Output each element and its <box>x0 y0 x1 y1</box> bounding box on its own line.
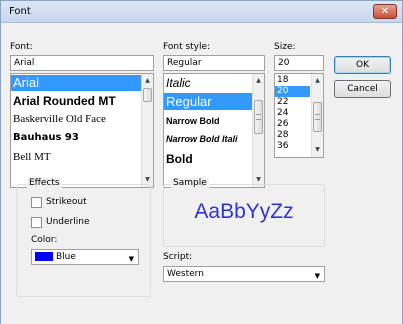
script-dropdown[interactable]: Western ▼ <box>163 266 325 282</box>
font-list-item[interactable]: Bauhaus 93 <box>11 130 141 146</box>
font-list[interactable]: Arial Arial Rounded MT Baskerville Old F… <box>10 73 154 188</box>
font-dialog: Font ✕ Font: Arial Arial Arial Rounded M… <box>0 0 403 324</box>
scroll-thumb[interactable] <box>254 100 263 134</box>
font-style-label: Font style: <box>163 42 211 52</box>
color-value: Blue <box>56 252 76 262</box>
cancel-button[interactable]: Cancel <box>334 80 391 98</box>
ok-button[interactable]: OK <box>334 56 391 74</box>
size-list-item[interactable]: 26 <box>275 119 310 130</box>
color-swatch <box>35 252 53 261</box>
size-list-scrollbar[interactable]: ▲ ▼ <box>311 74 323 157</box>
scroll-down-icon[interactable]: ▼ <box>312 144 323 156</box>
color-dropdown[interactable]: Blue ▼ <box>31 249 139 265</box>
dialog-title: Font <box>9 6 31 17</box>
size-list-item[interactable]: 20 <box>275 86 310 97</box>
size-label: Size: <box>274 42 296 52</box>
chevron-down-icon: ▼ <box>314 272 320 280</box>
font-list-item[interactable]: Bell MT <box>11 149 141 165</box>
sample-preview-text: AaBbYyZz <box>194 200 294 223</box>
style-list-item[interactable]: Narrow Bold <box>164 114 252 129</box>
size-list-item[interactable]: 24 <box>275 108 310 119</box>
color-label: Color: <box>31 235 58 245</box>
scroll-thumb[interactable] <box>143 88 152 102</box>
close-icon: ✕ <box>380 6 390 17</box>
style-list-item[interactable]: Narrow Bold Itali <box>164 132 252 147</box>
font-label: Font: <box>10 42 33 52</box>
style-list-scrollbar[interactable]: ▲ ▼ <box>252 74 264 187</box>
font-list-item[interactable]: Arial Rounded MT <box>11 93 141 109</box>
size-list-item[interactable]: 36 <box>275 141 310 152</box>
script-label: Script: <box>163 252 193 262</box>
font-style-list[interactable]: Italic Regular Narrow Bold Narrow Bold I… <box>163 73 265 188</box>
underline-checkbox[interactable] <box>31 217 42 228</box>
size-list[interactable]: 18 20 22 24 26 28 36 ▲ ▼ <box>274 73 324 158</box>
style-list-item[interactable]: Bold <box>164 150 252 168</box>
script-value: Western <box>167 269 204 279</box>
style-list-item[interactable]: Italic <box>164 76 252 91</box>
dialog-client-area: Font: Arial Arial Arial Rounded MT Baske… <box>1 24 402 324</box>
scroll-up-icon[interactable]: ▲ <box>142 75 153 87</box>
scroll-up-icon[interactable]: ▲ <box>253 75 264 87</box>
sample-label: Sample <box>171 178 209 188</box>
size-list-item[interactable]: 28 <box>275 130 310 141</box>
font-list-item[interactable]: Baskerville Old Face <box>11 112 141 127</box>
font-name-input[interactable]: Arial <box>10 55 154 71</box>
size-list-item[interactable]: 18 <box>275 75 310 86</box>
size-input[interactable]: 20 <box>274 55 324 71</box>
title-bar[interactable]: Font ✕ <box>1 1 402 23</box>
strikeout-label: Strikeout <box>46 197 87 207</box>
chevron-down-icon: ▼ <box>128 255 134 263</box>
effects-label: Effects <box>27 178 62 188</box>
style-list-item[interactable]: Regular <box>164 93 252 110</box>
underline-label: Underline <box>46 217 90 227</box>
close-button[interactable]: ✕ <box>373 4 397 19</box>
size-list-item[interactable]: 22 <box>275 97 310 108</box>
font-style-input[interactable]: Regular <box>163 55 265 71</box>
font-list-item[interactable]: Arial <box>11 75 141 91</box>
font-list-scrollbar[interactable]: ▲ ▼ <box>141 74 153 187</box>
strikeout-checkbox[interactable] <box>31 197 42 208</box>
scroll-thumb[interactable] <box>313 102 322 132</box>
scroll-up-icon[interactable]: ▲ <box>312 75 323 87</box>
